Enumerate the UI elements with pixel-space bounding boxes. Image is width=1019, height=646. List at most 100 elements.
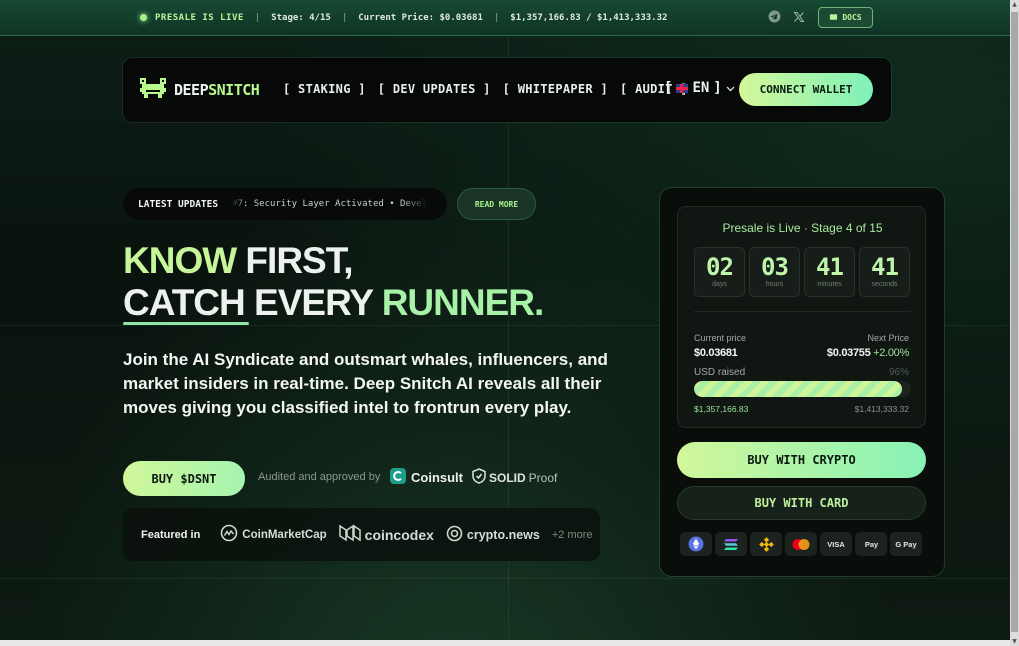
latest-updates-label: LATEST UPDATES [138, 198, 219, 210]
target-amount: $1,413,333.32 [854, 404, 909, 414]
vertical-scrollbar[interactable]: ▲ ▼ [1010, 0, 1019, 646]
buy-with-card-button[interactable]: BUY WITH CARD [677, 486, 926, 520]
horizontal-scrollbar[interactable] [0, 640, 1010, 646]
eth-payment-icon[interactable] [680, 532, 712, 556]
scroll-up-arrow-icon[interactable]: ▲ [1010, 0, 1019, 9]
ticker-bar: PRESALE IS LIVE | Stage: 4/15 | Current … [0, 0, 1010, 36]
sol-payment-icon[interactable] [715, 532, 747, 556]
bnb-payment-icon[interactable] [750, 532, 782, 556]
google-pay-payment-icon[interactable]: G Pay [890, 532, 922, 556]
countdown-seconds-value: 41 [871, 253, 899, 281]
crypto-news-logo-icon [446, 525, 463, 545]
raised-progress-fill [694, 381, 903, 397]
countdown-hours: 03 hours [749, 247, 800, 297]
logo-text: DEEPSNITCH [174, 81, 260, 99]
hero-word-know: KNOW [123, 240, 237, 281]
frog-logo-icon [140, 78, 166, 102]
featured-in-label: Featured in [141, 528, 201, 541]
coincodex-label: coincodex [364, 526, 434, 543]
docs-label: DOCS [842, 13, 862, 22]
presale-info-panel: Presale is Live · Stage 4 of 15 02 days … [677, 206, 926, 428]
lang-bracket-close: ] [713, 80, 722, 96]
hero-description: Join the AI Syndicate and outsmart whale… [123, 350, 608, 417]
coinsult-label: Coinsult [411, 470, 463, 485]
uk-flag-icon [676, 83, 689, 93]
coinsult-badge[interactable]: Coinsult [390, 468, 463, 487]
raised-progress-bar [694, 381, 911, 397]
presale-card: Presale is Live · Stage 4 of 15 02 days … [660, 188, 944, 576]
ticker-separator: | [254, 12, 261, 23]
buy-with-crypto-button[interactable]: BUY WITH CRYPTO [677, 442, 926, 478]
hero-word-runner: RUNNER. [381, 282, 545, 323]
coinmarketcap-label: CoinMarketCap [242, 528, 327, 541]
ticker-raised: $1,357,166.83 / $1,413,333.32 [510, 12, 668, 23]
solidproof-badge[interactable]: SOLID Proof [472, 468, 557, 487]
connect-wallet-button[interactable]: CONNECT WALLET [739, 73, 873, 106]
featured-more[interactable]: +2 more [552, 529, 593, 541]
featured-crypto-news[interactable]: crypto.news [446, 525, 540, 545]
language-selector[interactable]: [ EN ] [664, 80, 735, 96]
book-icon [829, 13, 838, 23]
nav-link-dev-updates[interactable]: [ DEV UPDATES ] [378, 82, 491, 96]
apple-pay-payment-icon[interactable]: Pay [855, 532, 887, 556]
visa-payment-icon[interactable]: VISA [820, 532, 852, 556]
ticker-stage: Stage: 4/15 [271, 12, 331, 23]
buy-dsnt-button[interactable]: BUY $DSNT [123, 461, 245, 496]
language-code: EN [692, 80, 710, 96]
next-price-change: +2.00% [873, 347, 909, 359]
solidproof-shield-icon [472, 468, 486, 487]
nav-link-staking[interactable]: [ STAKING ] [283, 82, 366, 96]
presale-live-indicator: PRESALE IS LIVE [140, 13, 244, 23]
countdown-seconds: 41 seconds [859, 247, 910, 297]
featured-coinmarketcap[interactable]: CoinMarketCap [220, 524, 327, 545]
chevron-down-icon [726, 80, 735, 96]
ticker-separator: | [341, 12, 348, 23]
countdown-minutes-value: 41 [816, 253, 844, 281]
logo[interactable]: DEEPSNITCH [140, 78, 260, 102]
countdown-minutes-unit: minutes [817, 281, 842, 288]
solidproof-label-a: SOLID [489, 470, 526, 485]
logo-text-a: DEEP [174, 81, 209, 99]
presale-live-text: PRESALE IS LIVE [155, 12, 244, 23]
countdown-hours-value: 03 [761, 253, 789, 281]
nav-links: [ STAKING ] [ DEV UPDATES ] [ WHITEPAPER… [283, 82, 688, 96]
panel-divider [694, 311, 911, 312]
main-navbar: DEEPSNITCH [ STAKING ] [ DEV UPDATES ] [… [123, 58, 891, 122]
featured-coincodex[interactable]: coincodex [338, 524, 434, 545]
latest-updates-bar: LATEST UPDATES #7: Security Layer Activa… [123, 188, 447, 220]
nav-link-whitepaper[interactable]: [ WHITEPAPER ] [503, 82, 608, 96]
telegram-icon[interactable] [768, 10, 781, 26]
x-icon[interactable] [793, 11, 805, 26]
ticker-price: Current Price: $0.03681 [358, 12, 483, 23]
logo-text-b: SNITCH [208, 81, 260, 99]
hero-word-first: FIRST, [236, 240, 353, 281]
current-price-value: $0.03681 [694, 347, 738, 359]
countdown-days-value: 02 [706, 253, 734, 281]
scrollbar-thumb[interactable] [1011, 12, 1018, 632]
mastercard-payment-icon[interactable] [785, 532, 817, 556]
hero-word-catch: CATCH [123, 282, 246, 323]
hero-word-every: EVERY [244, 282, 382, 323]
usd-raised-percent: 96% [888, 367, 909, 378]
hero-headline-line1: KNOW FIRST, [123, 240, 354, 282]
solidproof-label-b: Proof [528, 470, 558, 485]
hero-underline [123, 322, 249, 325]
presale-stage-title: Presale is Live · Stage 4 of 15 [722, 221, 883, 235]
usd-raised-label: USD raised [694, 367, 746, 378]
audited-by-label: Audited and approved by [258, 471, 381, 483]
grid-line [0, 578, 1010, 579]
latest-updates-marquee: #7: Security Layer Activated • Developme… [232, 199, 428, 209]
ticker-separator: | [493, 12, 500, 23]
next-price-value: $0.03755 [826, 347, 871, 359]
countdown-days: 02 days [694, 247, 745, 297]
apple-pay-label: Pay [864, 539, 879, 549]
countdown-minutes: 41 minutes [804, 247, 855, 297]
docs-button[interactable]: DOCS [818, 7, 873, 28]
live-dot-icon [140, 14, 147, 21]
countdown-seconds-unit: seconds [871, 281, 898, 288]
next-price: $0.03755 +2.00% [827, 347, 909, 359]
coinmarketcap-logo-icon [220, 524, 238, 545]
scroll-down-arrow-icon[interactable]: ▼ [1010, 637, 1019, 646]
read-more-button[interactable]: READ MORE [457, 188, 536, 220]
countdown-hours-unit: hours [765, 281, 784, 288]
